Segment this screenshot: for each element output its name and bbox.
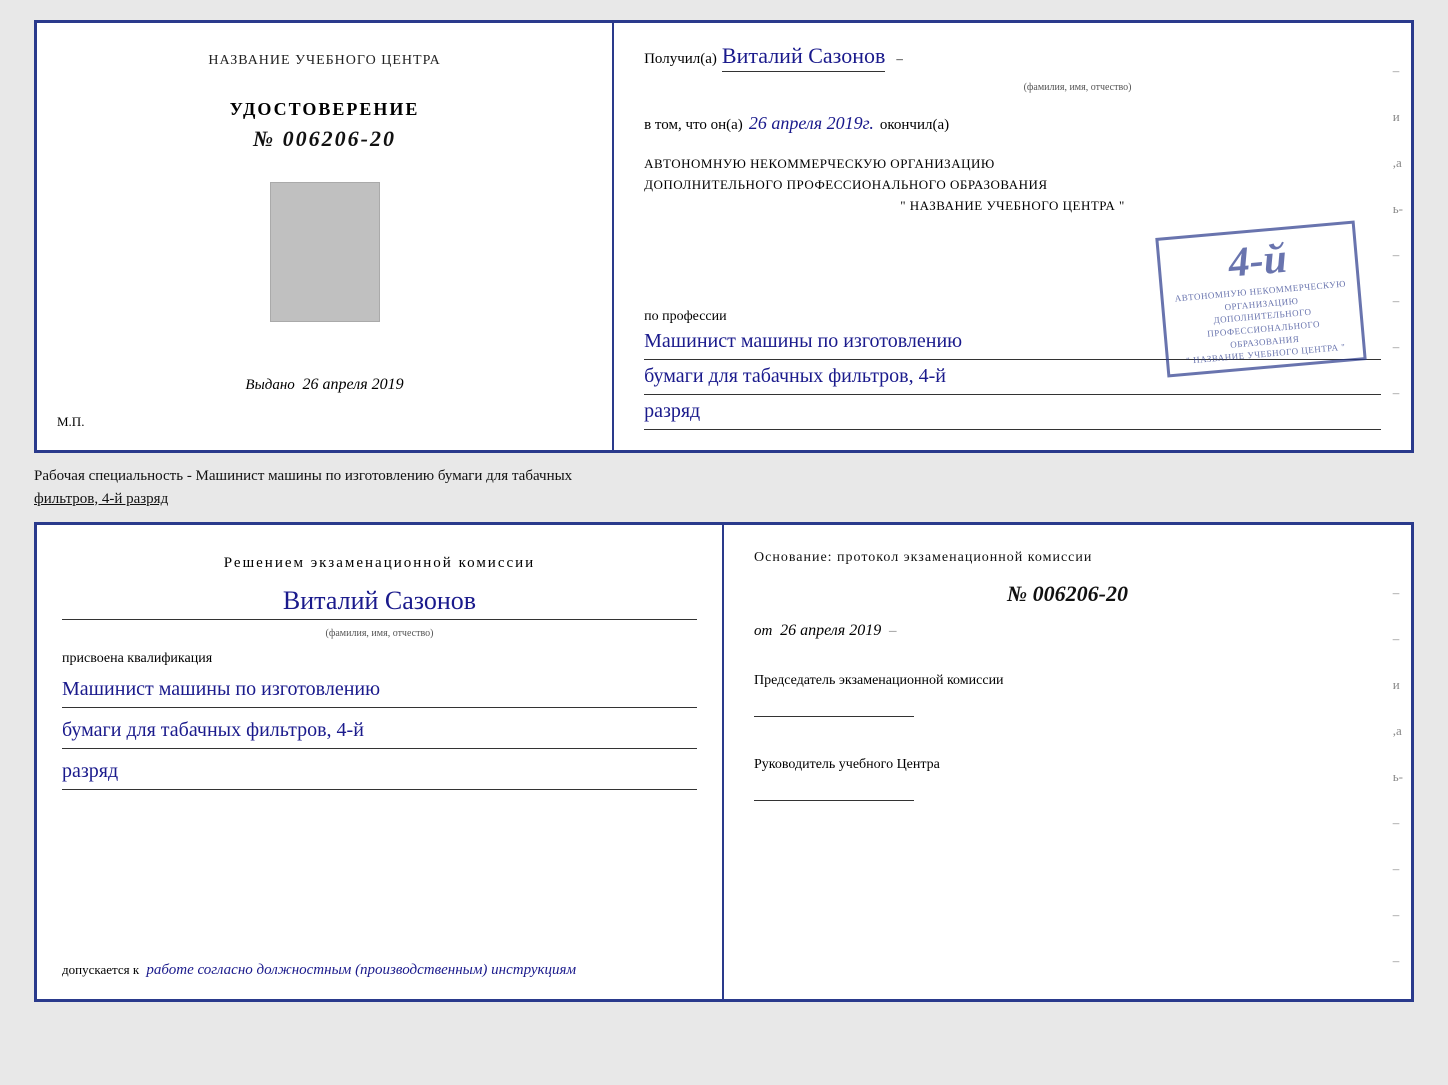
person-subtitle: (фамилия, имя, отчество) — [62, 628, 697, 639]
right-side-dashes: – и ,а ь- – – – – — [1393, 63, 1403, 401]
top-certificate: НАЗВАНИЕ УЧЕБНОГО ЦЕНТРА УДОСТОВЕРЕНИЕ №… — [34, 20, 1414, 453]
director-label: Руководитель учебного Центра — [754, 754, 1381, 775]
org-block-container: АВТОНОМНУЮ НЕКОММЕРЧЕСКУЮ ОРГАНИЗАЦИЮ ДО… — [644, 149, 1381, 289]
date-right: от 26 апреля 2019 – — [754, 622, 1381, 640]
cert-number: № 006206-20 — [253, 126, 396, 152]
chairman-signature-line — [754, 716, 914, 717]
stamp-overlay: 4-й АВТОНОМНУЮ НЕКОММЕРЧЕСКУЮ ОРГАНИЗАЦИ… — [1155, 221, 1366, 378]
separator-line2: фильтров, 4-й разряд — [34, 491, 168, 507]
chairman-block: Председатель экзаменационной комиссии — [754, 670, 1381, 719]
date-prefix: от — [754, 623, 772, 639]
bottom-right-dashes: – – и ,а ь- – – – – — [1393, 585, 1403, 969]
vtom-date: 26 апреля 2019г. — [749, 113, 874, 134]
issued-date: 26 апреля 2019 — [303, 376, 404, 393]
director-signature-line — [754, 800, 914, 801]
bottom-cert-right: Основание: протокол экзаменационной коми… — [724, 525, 1411, 999]
recipient-subtitle: (фамилия, имя, отчество) — [774, 82, 1381, 93]
basis-label: Основание: протокол экзаменационной коми… — [754, 550, 1381, 566]
vtom-line: в том, что он(а) 26 апреля 2019г. окончи… — [644, 113, 1381, 134]
vtom-prefix: в том, что он(а) — [644, 117, 743, 134]
issued-line: Выдано 26 апреля 2019 — [245, 376, 403, 404]
cert-title: УДОСТОВЕРЕНИЕ — [230, 99, 420, 120]
training-center-label: НАЗВАНИЕ УЧЕБНОГО ЦЕНТРА — [208, 53, 440, 69]
vtom-suffix: окончил(а) — [880, 117, 949, 134]
bottom-cert-left: Решением экзаменационной комиссии Витали… — [37, 525, 724, 999]
qual-line1: Машинист машины по изготовлению — [62, 673, 697, 708]
director-block: Руководитель учебного Центра — [754, 754, 1381, 803]
stamp-line3: " НАЗВАНИЕ УЧЕБНОГО ЦЕНТРА " — [644, 196, 1381, 217]
separator-text-block: Рабочая специальность - Машинист машины … — [34, 461, 1414, 514]
qual-line3: разряд — [62, 755, 697, 790]
mp-label: М.П. — [57, 414, 84, 430]
stamp-line2: ДОПОЛНИТЕЛЬНОГО ПРОФЕССИОНАЛЬНОГО ОБРАЗО… — [644, 175, 1381, 196]
recipient-line: Получил(а) Виталий Сазонов – — [644, 43, 1381, 72]
org-block: АВТОНОМНУЮ НЕКОММЕРЧЕСКУЮ ОРГАНИЗАЦИЮ ДО… — [644, 154, 1381, 216]
separator-line1: Рабочая специальность - Машинист машины … — [34, 468, 572, 484]
issued-label: Выдано — [245, 377, 294, 393]
protocol-number: № 006206-20 — [754, 581, 1381, 607]
stamp-number: 4-й — [1227, 235, 1289, 288]
recipient-name: Виталий Сазонов — [722, 43, 885, 72]
photo-placeholder — [270, 182, 380, 322]
recipient-prefix: Получил(а) — [644, 51, 717, 68]
allowed-prefix: допускается к — [62, 962, 139, 977]
stamp-line1: АВТОНОМНУЮ НЕКОММЕРЧЕСКУЮ ОРГАНИЗАЦИЮ — [644, 154, 1381, 175]
bottom-certificate: Решением экзаменационной комиссии Витали… — [34, 522, 1414, 1002]
assigned-label: присвоена квалификация — [62, 651, 697, 667]
top-cert-right: Получил(а) Виталий Сазонов – (фамилия, и… — [614, 23, 1411, 450]
top-cert-left: НАЗВАНИЕ УЧЕБНОГО ЦЕНТРА УДОСТОВЕРЕНИЕ №… — [37, 23, 614, 450]
qual-line2: бумаги для табачных фильтров, 4-й — [62, 714, 697, 749]
profession-label: по профессии — [644, 309, 727, 324]
profession-line3: разряд — [644, 395, 1381, 430]
allowed-line: допускается к работе согласно должностны… — [62, 962, 697, 979]
chairman-label: Председатель экзаменационной комиссии — [754, 670, 1381, 691]
document-wrapper: НАЗВАНИЕ УЧЕБНОГО ЦЕНТРА УДОСТОВЕРЕНИЕ №… — [34, 20, 1414, 1002]
allowed-text: работе согласно должностным (производств… — [146, 962, 576, 978]
date-value: 26 апреля 2019 — [780, 622, 881, 639]
person-name: Виталий Сазонов — [62, 586, 697, 620]
commission-title: Решением экзаменационной комиссии — [62, 555, 697, 572]
